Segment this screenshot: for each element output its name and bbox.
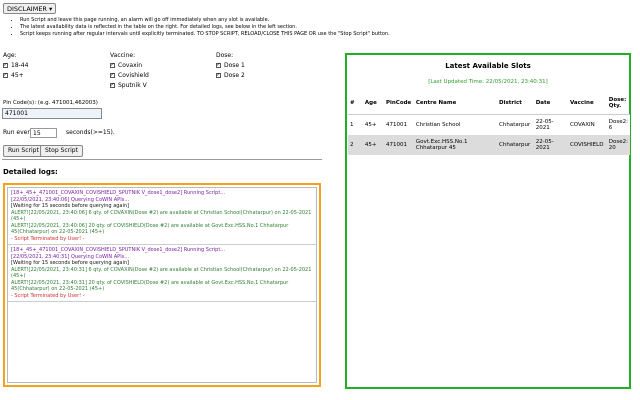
- table-cell: 1: [348, 114, 363, 135]
- instructions-list: Run Script and leave this page running, …: [12, 17, 390, 38]
- disclaimer-dropdown[interactable]: DISCLAIMER ▾: [3, 3, 57, 14]
- table-cell: Christian School: [413, 114, 498, 135]
- divider: [2, 159, 322, 160]
- checkbox-check-icon: ✓: [110, 71, 115, 78]
- available-slots-panel: Latest Available Slots [Last Updated Tim…: [345, 53, 631, 389]
- logs-title: Detailed logs:: [3, 168, 58, 176]
- logs-scroll-area[interactable]: [18+_45+_471001_COVAXIN_COVISHIELD_SPUTN…: [7, 187, 317, 383]
- checkbox-check-icon: ✓: [216, 71, 221, 78]
- column-header: Centre Name: [413, 92, 498, 115]
- checkbox-check-icon: ✓: [216, 61, 221, 68]
- log-block: [18+_45+_471001_COVAXIN_COVISHIELD_SPUTN…: [8, 188, 316, 245]
- column-header: PinCode: [383, 92, 414, 115]
- checkbox-check-icon: ✓: [110, 81, 115, 88]
- vaccine-sputnik-checkbox[interactable]: ✓ Sputnik V: [110, 81, 147, 89]
- table-cell: Chhatarpur: [497, 114, 534, 135]
- table-cell: 45+: [362, 135, 384, 155]
- checkbox-check-icon: ✓: [3, 61, 8, 68]
- slots-title: Latest Available Slots: [445, 62, 531, 70]
- age-label: Age:: [3, 52, 17, 59]
- log-terminated: - Script Terminated by User! -: [11, 235, 85, 242]
- slots-table: # Age PinCode Centre Name District Date …: [348, 92, 630, 155]
- pincode-label: Pin Code(s): (e.g. 471001,462003): [3, 100, 98, 106]
- disclaimer-label: DISCLAIMER: [7, 5, 47, 13]
- column-header: Date: [533, 92, 568, 115]
- table-cell: 22-05-2021: [533, 114, 568, 135]
- column-header: District: [497, 92, 534, 115]
- interval-suffix: seconds(>=15).: [66, 129, 115, 136]
- log-alert: ALERT![22/05/2021, 23:40:31] 6 qty. of C…: [11, 266, 312, 280]
- interval-prefix: Run every: [3, 129, 34, 136]
- run-script-button[interactable]: Run Script: [3, 145, 44, 157]
- age-45-plus-checkbox[interactable]: ✓ 45+: [3, 71, 24, 79]
- table-cell: 45+: [362, 114, 384, 135]
- table-cell: 22-05-2021: [533, 135, 568, 155]
- log-alert: ALERT![22/05/2021, 23:40:06] 6 qty. of C…: [11, 209, 312, 223]
- vaccine-covaxin-checkbox[interactable]: ✓ Covaxin: [110, 61, 142, 69]
- table-cell: 471001: [383, 114, 414, 135]
- log-terminated: - Script Terminated by User! -: [11, 292, 85, 299]
- column-header: #: [348, 92, 363, 115]
- vaccine-label: Vaccine:: [110, 52, 136, 59]
- table-cell: COVISHIELD: [567, 135, 607, 155]
- table-cell: 2: [348, 135, 363, 155]
- column-header: Vaccine: [567, 92, 607, 115]
- detailed-logs-panel[interactable]: [18+_45+_471001_COVAXIN_COVISHIELD_SPUTN…: [3, 183, 321, 387]
- checkbox-check-icon: ✓: [3, 71, 8, 78]
- checkbox-check-icon: ✓: [110, 61, 115, 68]
- table-cell: 471001: [383, 135, 414, 155]
- log-alert: ALERT![22/05/2021, 23:40:06] 20 qty. of …: [11, 222, 289, 236]
- table-cell: Chhatarpur: [497, 135, 534, 155]
- table-cell: Dose2: 20: [606, 135, 630, 155]
- dose-1-checkbox[interactable]: ✓ Dose 1: [216, 61, 245, 69]
- instruction-item: Script keeps running after regular inter…: [20, 31, 390, 38]
- table-row: 1 45+ 471001 Christian School Chhatarpur…: [348, 114, 630, 135]
- table-cell: COVAXIN: [567, 114, 607, 135]
- log-alert: ALERT![22/05/2021, 23:40:31] 20 qty. of …: [11, 279, 289, 293]
- table-row: 2 45+ 471001 Govt.Exc.HSS.No.1 Chhatarpu…: [348, 135, 630, 155]
- vaccine-covishield-checkbox[interactable]: ✓ Covishield: [110, 71, 149, 79]
- chevron-down-icon: ▾: [49, 5, 53, 13]
- table-cell: Govt.Exc.HSS.No.1 Chhatarpur 45: [413, 135, 498, 155]
- column-header: Dose: Qty.: [606, 92, 630, 115]
- last-updated-time: [Last Updated Time: 22/05/2021, 23:40:31…: [428, 79, 548, 85]
- interval-input[interactable]: [30, 128, 57, 138]
- instruction-item: The latest availability data is reflecte…: [20, 24, 390, 31]
- column-header: Age: [362, 92, 384, 115]
- age-18-44-checkbox[interactable]: ✓ 18-44: [3, 61, 28, 69]
- table-cell: Dose2: 6: [606, 114, 630, 135]
- dose-2-checkbox[interactable]: ✓ Dose 2: [216, 71, 245, 79]
- instruction-item: Run Script and leave this page running, …: [20, 17, 390, 24]
- dose-label: Dose:: [216, 52, 234, 59]
- log-block: [18+_45+_471001_COVAXIN_COVISHIELD_SPUTN…: [8, 245, 316, 302]
- stop-script-button[interactable]: Stop Script: [40, 145, 83, 157]
- pincode-input[interactable]: [2, 108, 102, 119]
- table-header-row: # Age PinCode Centre Name District Date …: [348, 92, 630, 115]
